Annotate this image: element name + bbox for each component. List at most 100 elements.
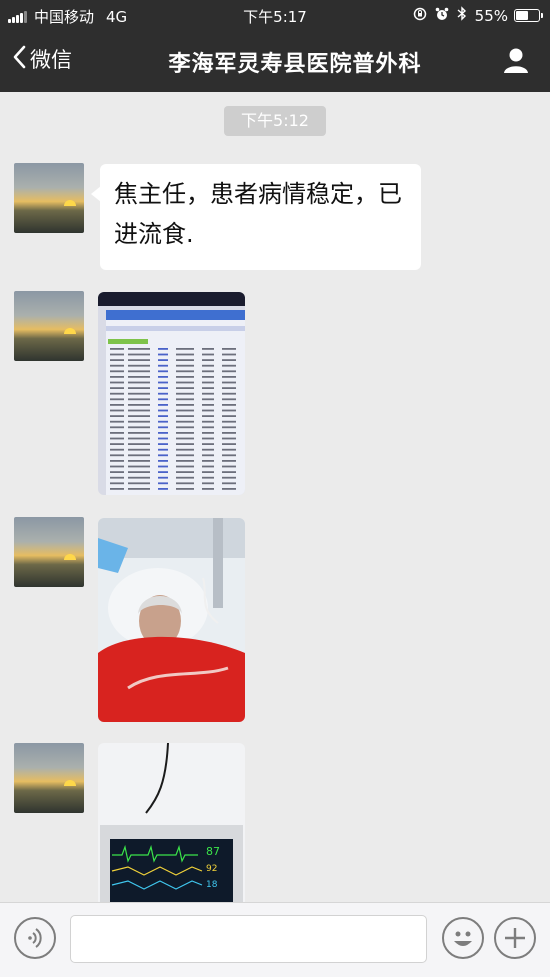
sheet-cell xyxy=(176,364,194,367)
voice-button[interactable] xyxy=(14,917,56,959)
sheet-cell xyxy=(202,409,214,412)
sheet-cell xyxy=(158,437,168,440)
sunset-sun xyxy=(64,328,76,334)
sheet-cell xyxy=(110,353,124,356)
sheet-cell xyxy=(176,420,194,423)
sheet-cell xyxy=(202,454,214,457)
sheet-cell xyxy=(176,398,194,401)
spreadsheet-photo xyxy=(98,292,245,495)
image-message-patient[interactable] xyxy=(98,518,245,722)
sheet-cell xyxy=(202,404,214,406)
sheet-cell xyxy=(128,370,150,373)
image-message-spreadsheet[interactable] xyxy=(98,292,245,495)
sender-avatar[interactable] xyxy=(14,743,84,813)
sheet-cell xyxy=(176,432,194,434)
sheet-cell xyxy=(176,443,194,445)
sheet-cell xyxy=(222,488,236,490)
sheet-cell xyxy=(222,448,236,451)
sheet-cell xyxy=(110,398,124,401)
sheet-cell xyxy=(222,376,236,378)
sheet-cell xyxy=(128,415,150,417)
sheet-cell xyxy=(128,364,150,367)
sheet-cell xyxy=(202,370,214,373)
chat-title: 李海军灵寿县医院普外科 xyxy=(168,52,422,77)
sheet-cell xyxy=(202,420,214,423)
sender-avatar[interactable] xyxy=(14,517,84,587)
sheet-cell xyxy=(176,415,194,417)
sheet-cell xyxy=(128,420,150,423)
sheet-cell xyxy=(110,488,124,490)
svg-text:18: 18 xyxy=(206,880,218,890)
sheet-cell xyxy=(222,392,236,395)
sheet-cell xyxy=(110,381,124,384)
bluetooth-icon xyxy=(457,6,467,25)
sheet-cell xyxy=(202,348,214,350)
sheet-cell xyxy=(202,387,214,389)
sheet-cell xyxy=(176,426,194,429)
sheet-cell xyxy=(128,437,150,440)
sheet-cell xyxy=(128,426,150,429)
sheet-cell xyxy=(158,364,168,367)
sheet-cell xyxy=(202,482,214,485)
sheet-cell xyxy=(202,376,214,378)
sheet-cell xyxy=(176,376,194,378)
sunset-sun xyxy=(64,780,76,786)
sheet-cell xyxy=(128,348,150,350)
sheet-cell xyxy=(158,381,168,384)
image-message-monitor[interactable]: 87 92 18 xyxy=(98,743,245,902)
sheet-cell xyxy=(158,370,168,373)
sheet-cell xyxy=(110,392,124,395)
sheet-cell xyxy=(110,454,124,457)
sheet-cell xyxy=(176,353,194,356)
sheet-cell xyxy=(110,348,124,350)
sheet-cell xyxy=(222,465,236,468)
add-button[interactable] xyxy=(494,917,536,959)
sheet-cell xyxy=(176,454,194,457)
sheet-cell xyxy=(202,460,214,462)
profile-button[interactable] xyxy=(502,46,530,78)
text-message-bubble[interactable]: 焦主任，患者病情稳定，已进流食. xyxy=(91,164,421,270)
sheet-cell xyxy=(176,370,194,373)
chat-area[interactable]: 下午5:12 焦主任，患者病情稳定，已进流食. 87 92 18 xyxy=(0,92,550,902)
sheet-cell xyxy=(110,376,124,378)
sheet-cell xyxy=(158,359,168,361)
sheet-cell xyxy=(222,364,236,367)
sheet-cell xyxy=(128,454,150,457)
sheet-cell xyxy=(110,482,124,485)
sheet-cell xyxy=(222,370,236,373)
sender-avatar[interactable] xyxy=(14,163,84,233)
monitor-photo: 87 92 18 xyxy=(98,743,245,902)
message-input[interactable] xyxy=(70,915,427,963)
nav-bar: 微信 李海军灵寿县医院普外科 xyxy=(0,30,550,92)
sheet-cell xyxy=(128,359,150,361)
back-label: 微信 xyxy=(30,48,72,72)
sheet-cell xyxy=(176,381,194,384)
voice-icon xyxy=(16,928,54,961)
sheet-cell xyxy=(176,476,194,479)
sheet-cell xyxy=(128,465,150,468)
profile-icon xyxy=(502,48,530,78)
sheet-cell xyxy=(202,432,214,434)
sheet-cell xyxy=(176,387,194,389)
status-right: 55% xyxy=(405,6,543,25)
sheet-cell xyxy=(202,392,214,395)
back-button[interactable]: 微信 xyxy=(12,44,72,74)
emoji-button[interactable] xyxy=(442,917,484,959)
sheet-cell xyxy=(202,381,214,384)
emoji-icon xyxy=(444,931,482,961)
sheet-cell xyxy=(176,465,194,468)
sheet-cell xyxy=(222,415,236,417)
sheet-cell xyxy=(202,398,214,401)
sender-avatar[interactable] xyxy=(14,291,84,361)
sheet-cell xyxy=(222,387,236,389)
svg-text:92: 92 xyxy=(206,864,217,874)
sheet-cell xyxy=(158,488,168,490)
sheet-cell xyxy=(222,409,236,412)
input-bar xyxy=(0,902,550,977)
sheet-cell xyxy=(128,353,150,356)
sheet-cell xyxy=(128,376,150,378)
sheet-cell xyxy=(176,448,194,451)
sheet-cell xyxy=(222,398,236,401)
sheet-cell xyxy=(110,460,124,462)
sheet-cell xyxy=(128,387,150,389)
